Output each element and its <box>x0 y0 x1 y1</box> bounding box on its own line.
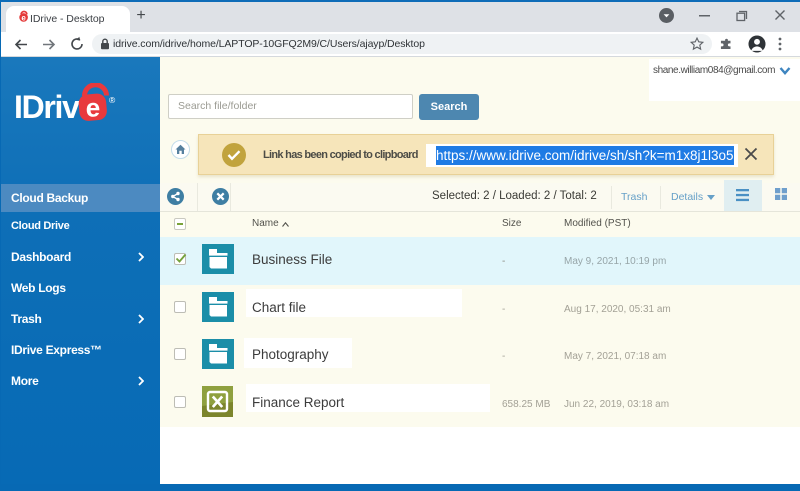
svg-text:IDriv: IDriv <box>14 89 80 125</box>
svg-text:e: e <box>86 93 100 123</box>
svg-text:®: ® <box>109 95 116 105</box>
svg-text:e: e <box>21 13 26 22</box>
